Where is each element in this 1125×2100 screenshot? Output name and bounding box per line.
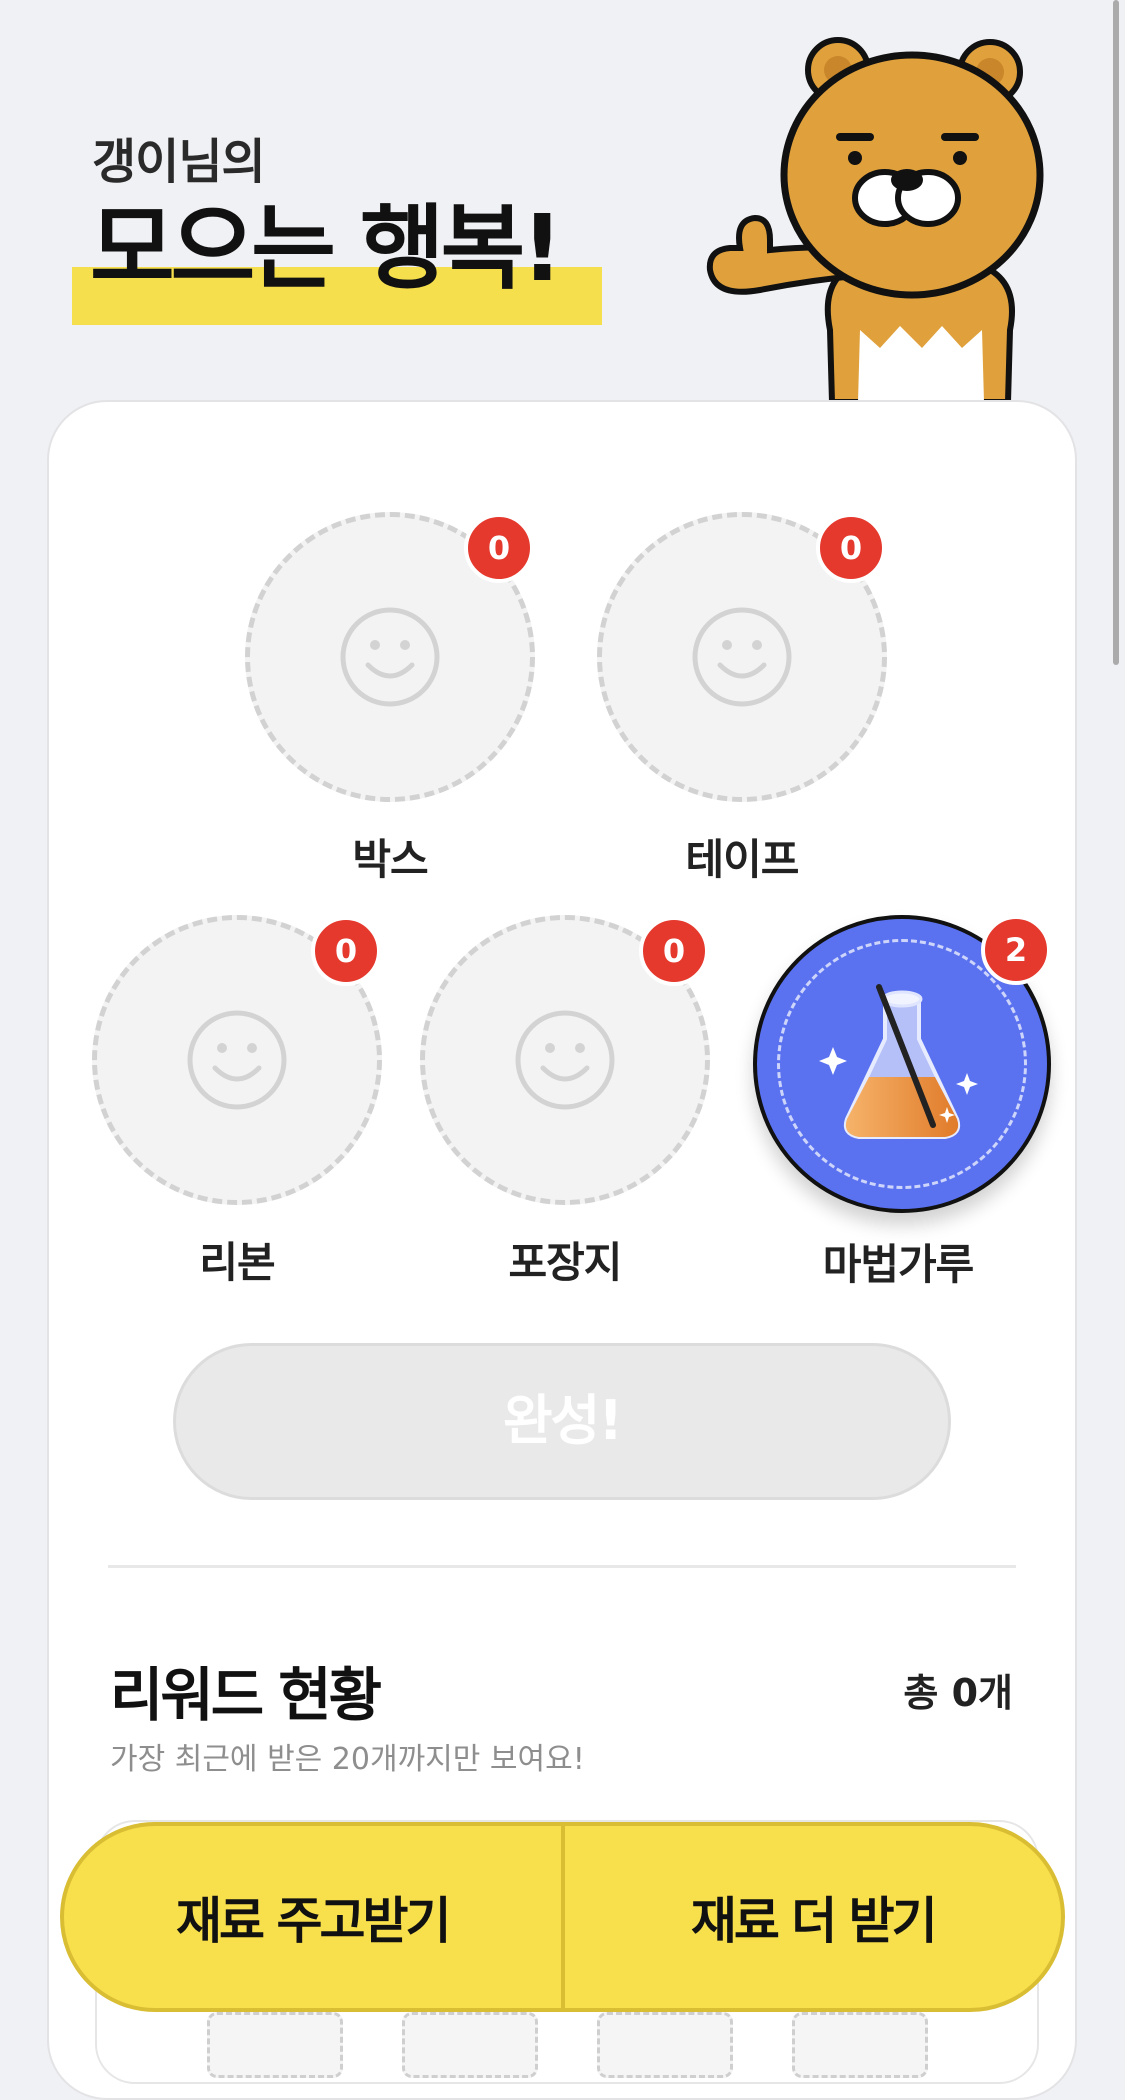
complete-button[interactable]: 완성! [173, 1343, 951, 1500]
section-divider [108, 1565, 1016, 1568]
scrollbar[interactable] [1113, 0, 1119, 665]
smiley-placeholder-icon [187, 1010, 287, 1110]
count-badge: 2 [981, 915, 1051, 985]
ryan-character-illustration [706, 37, 1044, 402]
reward-slot [207, 2012, 343, 2078]
smiley-placeholder-icon [692, 607, 792, 707]
material-slot[interactable]: 0 [92, 915, 382, 1205]
count-badge: 0 [311, 916, 381, 986]
reward-slot [597, 2012, 733, 2078]
bottom-action-bar: 재료 주고받기 재료 더 받기 [60, 1822, 1065, 2012]
smiley-placeholder-icon [515, 1010, 615, 1110]
material-label: 테이프 [685, 835, 800, 884]
potion-flask-icon [819, 984, 978, 1139]
material-slot[interactable]: 0 [420, 915, 710, 1205]
material-wrapping-paper[interactable]: 0 포장지 [420, 915, 710, 1290]
material-slot-collected[interactable]: 2 [753, 915, 1051, 1213]
material-ribbon[interactable]: 0 리본 [92, 915, 382, 1290]
count-badge: 0 [816, 513, 886, 583]
greeting-text: 갱이님의 [92, 134, 266, 190]
material-magic-powder[interactable]: 2 마법가루 [753, 915, 1051, 1292]
material-label: 박스 [352, 835, 428, 884]
reward-slot [402, 2012, 538, 2078]
count-badge: 0 [639, 916, 709, 986]
material-box[interactable]: 0 박스 [245, 512, 535, 887]
rewards-subtitle: 가장 최근에 받은 20개까지만 보여요! [110, 1742, 585, 1777]
count-badge: 0 [464, 513, 534, 583]
smiley-placeholder-icon [340, 607, 440, 707]
material-label: 리본 [199, 1238, 275, 1287]
material-label: 마법가루 [822, 1240, 975, 1289]
material-tape[interactable]: 0 테이프 [597, 512, 887, 887]
material-slot[interactable]: 0 [597, 512, 887, 802]
material-label: 포장지 [508, 1238, 623, 1287]
headline-text: 모으는 행복! [90, 195, 563, 302]
reward-slot [792, 2012, 928, 2078]
rewards-total: 총 0개 [903, 1671, 1013, 1715]
rewards-title: 리워드 현황 [110, 1661, 382, 1729]
material-slot[interactable]: 0 [245, 512, 535, 802]
headline: 모으는 행복! [72, 195, 602, 325]
exchange-materials-button[interactable]: 재료 주고받기 [64, 1826, 561, 2008]
get-more-materials-button[interactable]: 재료 더 받기 [565, 1826, 1062, 2008]
